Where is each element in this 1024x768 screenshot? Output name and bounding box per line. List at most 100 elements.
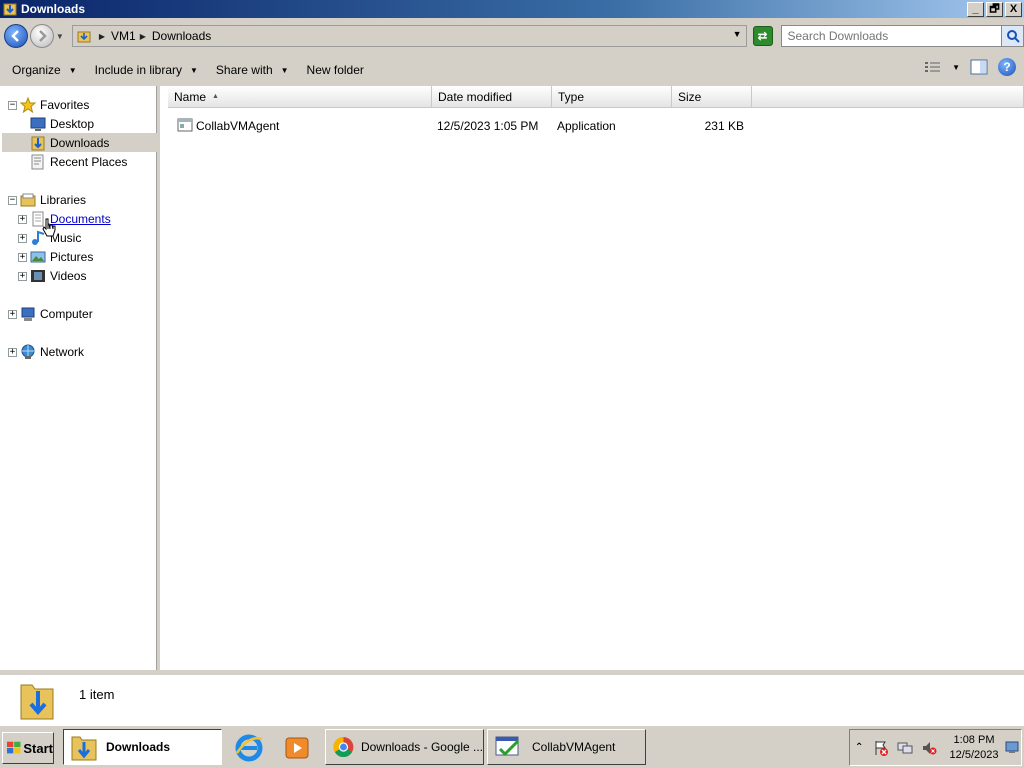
volume-muted-icon[interactable] (921, 740, 937, 756)
arrow-right-icon (39, 30, 47, 42)
nav-libraries[interactable]: Libraries (20, 190, 86, 209)
share-with-button[interactable]: Share with ▼ (210, 58, 295, 82)
breadcrumb-vm1[interactable]: VM1 (111, 29, 136, 43)
chrome-icon (333, 737, 354, 757)
title-bar[interactable]: Downloads _ 🗗 X (0, 0, 1024, 18)
refresh-button[interactable]: ⇄ (752, 26, 773, 46)
recent-places-icon (31, 154, 44, 169)
clock-time: 1:08 PM (953, 734, 995, 746)
organize-button[interactable]: Organize ▼ (6, 58, 83, 82)
collapse-favorites-icon[interactable]: − (8, 101, 17, 110)
collabvm-agent-icon (495, 736, 520, 757)
nav-computer[interactable]: Computer (20, 304, 93, 323)
recent-pages-dropdown-icon[interactable]: ▼ (56, 32, 66, 41)
file-list: Name ▲ Date modified Type Size CollabVMAg… (160, 86, 1024, 670)
network-icon (21, 344, 35, 359)
system-tray: ⌃ 1:08 PM 12/5/2023 (849, 729, 1022, 766)
star-icon (20, 96, 36, 113)
windows-logo-icon (7, 741, 21, 754)
pictures-icon (30, 251, 46, 262)
file-date: 12/5/2023 1:05 PM (437, 119, 539, 133)
column-date-modified[interactable]: Date modified (432, 86, 552, 108)
libraries-icon (20, 193, 36, 206)
application-icon (177, 118, 193, 132)
arrow-left-icon (11, 30, 19, 42)
restore-button[interactable]: 🗗 (986, 1, 1003, 17)
show-hidden-icons-icon[interactable]: ⌃ (855, 742, 863, 753)
address-dropdown-icon[interactable]: ▼ (733, 29, 742, 39)
caret-down-icon: ▼ (68, 65, 77, 75)
expand-network-icon[interactable]: + (8, 348, 17, 357)
expand-pictures-icon[interactable]: + (18, 253, 27, 262)
videos-icon (31, 269, 45, 282)
file-row[interactable]: CollabVMAgent 12/5/2023 1:05 PM Applicat… (172, 116, 752, 136)
nav-videos[interactable]: Videos (30, 266, 86, 285)
taskbar-collabvmagent[interactable]: CollabVMAgent (487, 729, 646, 765)
search-button[interactable] (1001, 26, 1024, 46)
file-size: 231 KB (704, 119, 744, 133)
expand-documents-icon[interactable]: + (18, 215, 27, 224)
expand-videos-icon[interactable]: + (18, 272, 27, 281)
crumb-separator-icon[interactable]: ▶ (140, 32, 146, 41)
nav-downloads[interactable]: Downloads (2, 133, 157, 152)
minimize-button[interactable]: _ (967, 1, 984, 17)
column-type[interactable]: Type (552, 86, 672, 108)
column-filler (752, 86, 1024, 108)
help-icon[interactable]: ? (998, 58, 1016, 76)
refresh-icon: ⇄ (757, 29, 768, 43)
breadcrumb-downloads[interactable]: Downloads (152, 29, 211, 43)
search-icon (1006, 30, 1020, 43)
start-button[interactable]: Start (2, 732, 54, 764)
back-button[interactable] (4, 24, 28, 48)
show-desktop-icon[interactable] (1005, 740, 1019, 754)
computer-icon (21, 307, 35, 321)
expand-computer-icon[interactable]: + (8, 310, 17, 319)
close-button[interactable]: X (1005, 1, 1022, 17)
column-name[interactable]: Name ▲ (168, 86, 432, 108)
view-dropdown-icon[interactable]: ▼ (952, 63, 960, 72)
sort-ascending-icon: ▲ (212, 93, 219, 100)
taskbar: Start Downloads Downloads - Google ... C… (0, 725, 1024, 768)
nav-desktop[interactable]: Desktop (30, 114, 94, 133)
folder-download-icon (20, 684, 54, 720)
folder-download-icon (71, 736, 97, 761)
view-options-icon[interactable] (924, 60, 942, 74)
network-status-icon[interactable] (897, 740, 913, 756)
folder-download-icon (3, 3, 17, 16)
address-bar[interactable]: ▶ VM1 ▶ Downloads ▼ (71, 25, 747, 47)
file-type: Application (557, 119, 616, 133)
forward-button[interactable] (29, 24, 54, 48)
nav-network[interactable]: Network (20, 342, 84, 361)
desktop-icon (30, 117, 46, 131)
nav-pictures[interactable]: Pictures (30, 247, 93, 266)
window-title: Downloads (21, 2, 86, 16)
include-in-library-button[interactable]: Include in library ▼ (89, 58, 204, 82)
crumb-separator-icon[interactable]: ▶ (99, 32, 105, 41)
internet-explorer-icon[interactable] (233, 732, 265, 764)
collapse-libraries-icon[interactable]: − (8, 196, 17, 205)
taskbar-explorer-downloads[interactable]: Downloads (63, 729, 222, 765)
details-pane: 1 item (0, 670, 1024, 725)
file-name: CollabVMAgent (196, 119, 280, 133)
system-clock[interactable]: 1:08 PM 12/5/2023 (944, 733, 1004, 763)
nav-favorites[interactable]: Favorites (20, 95, 89, 114)
search-box[interactable] (780, 25, 1024, 47)
folder-download-icon (31, 136, 45, 150)
preview-pane-icon[interactable] (970, 59, 988, 75)
column-size[interactable]: Size (672, 86, 752, 108)
navigation-pane: − Favorites Desktop Downloads Recent Pla… (0, 86, 157, 670)
address-row: ▼ ▶ VM1 ▶ Downloads ▼ ⇄ (0, 18, 1024, 54)
nav-recent-places[interactable]: Recent Places (30, 152, 127, 171)
clock-date: 12/5/2023 (949, 749, 999, 761)
caret-down-icon: ▼ (190, 65, 198, 75)
media-player-icon[interactable] (281, 732, 313, 764)
new-folder-button[interactable]: New folder (301, 58, 370, 82)
caret-down-icon: ▼ (280, 65, 289, 75)
action-center-flag-icon[interactable] (873, 740, 889, 756)
taskbar-chrome[interactable]: Downloads - Google ... (325, 729, 484, 765)
folder-icon (77, 31, 91, 43)
expand-music-icon[interactable]: + (18, 234, 27, 243)
command-bar: Organize ▼ Include in library ▼ Share with… (0, 54, 1024, 86)
hand-cursor-icon (42, 218, 56, 237)
search-input[interactable] (781, 29, 1000, 43)
